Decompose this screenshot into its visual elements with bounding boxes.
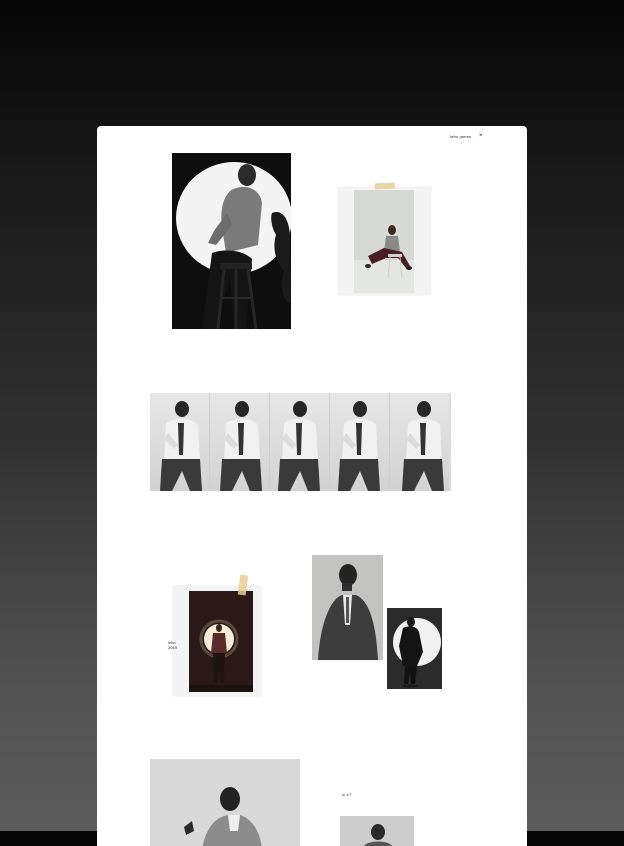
photo-stool-spotlight-image xyxy=(172,153,291,329)
photo-strip[interactable] xyxy=(150,393,451,491)
strip-frame xyxy=(270,393,330,491)
strip-frame xyxy=(330,393,390,491)
tape-decoration xyxy=(374,182,396,190)
strip-frame xyxy=(390,393,449,491)
polaroid-spotlight-photo[interactable] xyxy=(173,586,261,696)
photo-stool-spotlight[interactable] xyxy=(172,153,291,329)
side-note: lebo 2019 xyxy=(168,640,177,650)
strip-frame xyxy=(150,393,210,491)
photo-suit-image xyxy=(312,555,383,660)
photo-dark-spotlight[interactable] xyxy=(387,608,442,689)
artist-name[interactable]: lebo james xyxy=(450,134,471,139)
photo-dark-spotlight-image xyxy=(387,608,442,689)
strip-frame xyxy=(210,393,270,491)
bottom-note: w 1/7 xyxy=(342,792,352,797)
close-icon[interactable]: × xyxy=(479,133,483,139)
photo-bottom-image xyxy=(150,759,300,846)
photo-bottom-small[interactable] xyxy=(340,816,414,846)
photo-bottom-portrait[interactable] xyxy=(150,759,300,846)
side-note-line: 2019 xyxy=(168,645,177,650)
photo-suit-portrait[interactable] xyxy=(312,555,383,660)
polaroid-stool-photo[interactable] xyxy=(338,187,431,295)
polaroid-stool-image xyxy=(354,190,414,293)
gallery-window: lebo james × lebo 2019 w 1/7 xyxy=(97,126,527,846)
polaroid-spotlight-image xyxy=(189,591,253,692)
photo-bottom-small-image xyxy=(340,816,414,846)
